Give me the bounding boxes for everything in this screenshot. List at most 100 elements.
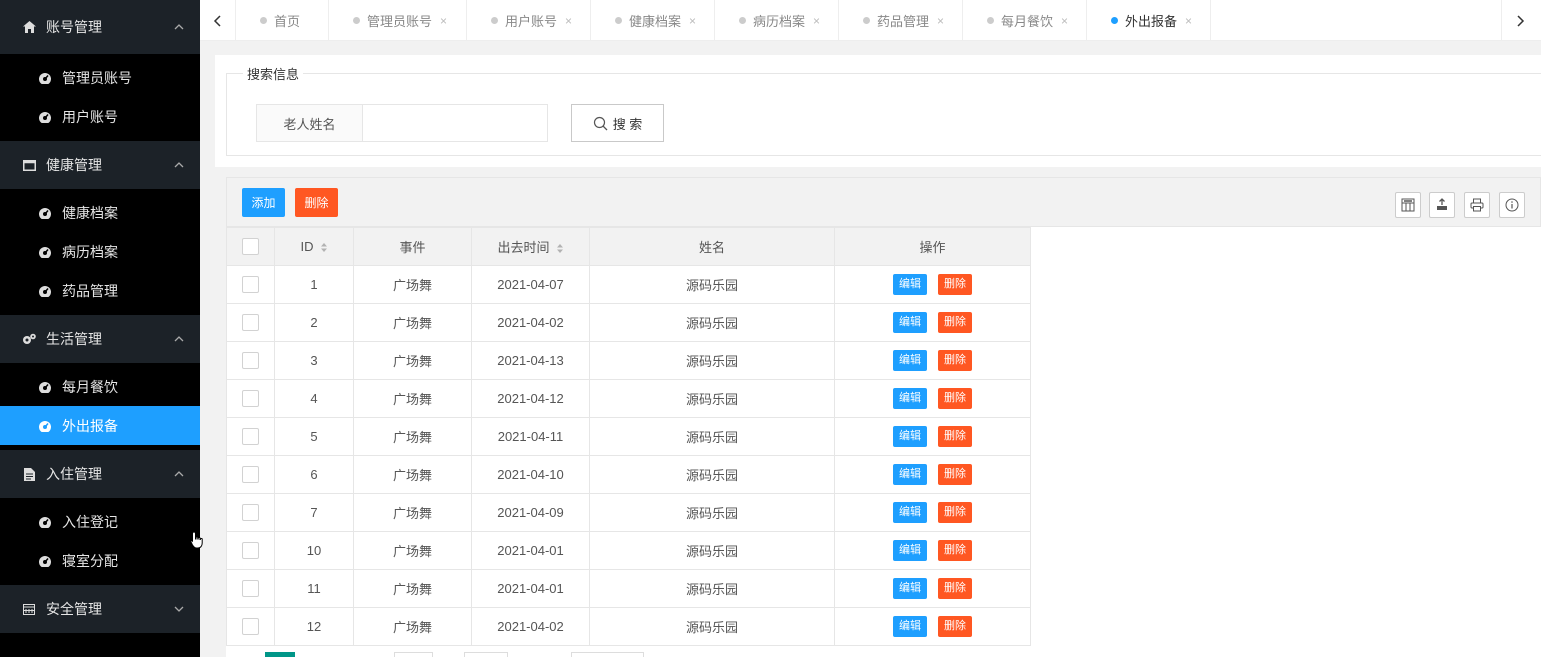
close-icon[interactable]: ×: [440, 14, 447, 28]
row-checkbox[interactable]: [242, 276, 259, 294]
row-checkbox[interactable]: [242, 466, 259, 484]
row-checkbox[interactable]: [242, 618, 259, 636]
row-checkbox[interactable]: [242, 314, 259, 332]
sidebar-item-checkin-register[interactable]: 入住登记: [0, 502, 200, 541]
info-button[interactable]: [1499, 192, 1525, 218]
cell-time: 2021-04-01: [471, 569, 590, 608]
column-header-id[interactable]: ID: [274, 227, 354, 266]
delete-button[interactable]: 删除: [938, 540, 972, 561]
sidebar-item-health-record[interactable]: 健康档案: [0, 193, 200, 232]
row-checkbox[interactable]: [242, 390, 259, 408]
select-all-checkbox[interactable]: [242, 238, 259, 256]
sidebar-item-user-account[interactable]: 用户账号: [0, 97, 200, 136]
row-checkbox[interactable]: [242, 542, 259, 560]
sidebar-group-checkin[interactable]: 入住管理: [0, 450, 200, 498]
delete-button[interactable]: 删除: [938, 388, 972, 409]
delete-button[interactable]: 删除: [938, 350, 972, 371]
row-select-cell[interactable]: [226, 569, 275, 608]
edit-button[interactable]: 编辑: [893, 578, 927, 599]
add-button[interactable]: 添加: [242, 188, 285, 217]
row-select-cell[interactable]: [226, 531, 275, 570]
pager-current[interactable]: [265, 652, 295, 657]
close-icon[interactable]: ×: [689, 14, 696, 28]
row-select-cell[interactable]: [226, 607, 275, 646]
edit-button[interactable]: 编辑: [893, 388, 927, 409]
sidebar-group-security[interactable]: 安全管理: [0, 585, 200, 633]
tab-scroll-right-button[interactable]: [1501, 0, 1537, 41]
sidebar-item-label: 药品管理: [62, 282, 118, 299]
pager-jump-input[interactable]: [464, 652, 508, 657]
sidebar-group-life[interactable]: 生活管理: [0, 315, 200, 363]
close-icon[interactable]: ×: [1185, 14, 1192, 28]
pager-page-box[interactable]: [394, 652, 433, 657]
sidebar-item-room-assign[interactable]: 寝室分配: [0, 541, 200, 580]
sidebar-item-medical-record[interactable]: 病历档案: [0, 232, 200, 271]
tab-dot: [353, 17, 360, 24]
tab-health-record[interactable]: 健康档案 ×: [591, 0, 715, 41]
columns-icon: [1401, 198, 1415, 212]
table-row: 4 广场舞 2021-04-12 源码乐园 编辑 删除: [226, 379, 1031, 418]
edit-button[interactable]: 编辑: [893, 274, 927, 295]
row-select-cell[interactable]: [226, 493, 275, 532]
search-button[interactable]: 搜 索: [571, 104, 664, 142]
row-select-cell[interactable]: [226, 341, 275, 380]
export-button[interactable]: [1429, 192, 1455, 218]
row-select-cell[interactable]: [226, 265, 275, 304]
sidebar-item-monthly-meal[interactable]: 每月餐饮: [0, 367, 200, 406]
tab-medicine[interactable]: 药品管理 ×: [839, 0, 963, 41]
row-checkbox[interactable]: [242, 352, 259, 370]
sort-icon[interactable]: [556, 243, 564, 254]
sidebar-group-health[interactable]: 健康管理: [0, 141, 200, 189]
delete-button[interactable]: 删除: [938, 464, 972, 485]
tab-dot: [260, 17, 267, 24]
row-select-cell[interactable]: [226, 455, 275, 494]
columns-filter-button[interactable]: [1395, 192, 1421, 218]
delete-button[interactable]: 删除: [938, 578, 972, 599]
delete-button[interactable]: 删除: [938, 274, 972, 295]
close-icon[interactable]: ×: [813, 14, 820, 28]
print-button[interactable]: [1464, 192, 1490, 218]
edit-button[interactable]: 编辑: [893, 426, 927, 447]
sidebar-item-medicine[interactable]: 药品管理: [0, 271, 200, 310]
edit-button[interactable]: 编辑: [893, 350, 927, 371]
tab-scroll-left-button[interactable]: [200, 0, 236, 41]
select-all-cell[interactable]: [226, 227, 275, 266]
cell-id: 10: [274, 531, 354, 570]
edit-button[interactable]: 编辑: [893, 312, 927, 333]
pager-limit-select[interactable]: [571, 652, 644, 657]
sidebar-item-outing-report[interactable]: 外出报备: [0, 406, 200, 445]
chevron-down-icon: [174, 606, 184, 612]
sort-icon[interactable]: [320, 242, 328, 253]
sidebar-group-account[interactable]: 账号管理: [0, 0, 200, 54]
close-icon[interactable]: ×: [1061, 14, 1068, 28]
tab-medical-record[interactable]: 病历档案 ×: [715, 0, 839, 41]
tab-admin-account[interactable]: 管理员账号 ×: [329, 0, 467, 41]
delete-button[interactable]: 删除: [938, 502, 972, 523]
row-checkbox[interactable]: [242, 504, 259, 522]
edit-button[interactable]: 编辑: [893, 616, 927, 637]
tab-user-account[interactable]: 用户账号 ×: [467, 0, 591, 41]
cell-actions: 编辑 删除: [834, 303, 1031, 342]
delete-button[interactable]: 删除: [938, 312, 972, 333]
tab-monthly-meal[interactable]: 每月餐饮 ×: [963, 0, 1087, 41]
close-icon[interactable]: ×: [937, 14, 944, 28]
edit-button[interactable]: 编辑: [893, 540, 927, 561]
sidebar-item-admin-account[interactable]: 管理员账号: [0, 58, 200, 97]
tab-outing-report[interactable]: 外出报备 ×: [1087, 0, 1211, 41]
row-select-cell[interactable]: [226, 379, 275, 418]
cell-time: 2021-04-01: [471, 531, 590, 570]
edit-button[interactable]: 编辑: [893, 502, 927, 523]
row-checkbox[interactable]: [242, 580, 259, 598]
row-select-cell[interactable]: [226, 303, 275, 342]
edit-button[interactable]: 编辑: [893, 464, 927, 485]
close-icon[interactable]: ×: [565, 14, 572, 28]
cell-event: 广场舞: [353, 341, 472, 380]
batch-delete-button[interactable]: 删除: [295, 188, 338, 217]
column-header-time[interactable]: 出去时间: [471, 227, 590, 266]
delete-button[interactable]: 删除: [938, 616, 972, 637]
row-checkbox[interactable]: [242, 428, 259, 446]
row-select-cell[interactable]: [226, 417, 275, 456]
delete-button[interactable]: 删除: [938, 426, 972, 447]
elder-name-input[interactable]: [362, 104, 548, 142]
tab-home[interactable]: 首页: [236, 0, 329, 41]
